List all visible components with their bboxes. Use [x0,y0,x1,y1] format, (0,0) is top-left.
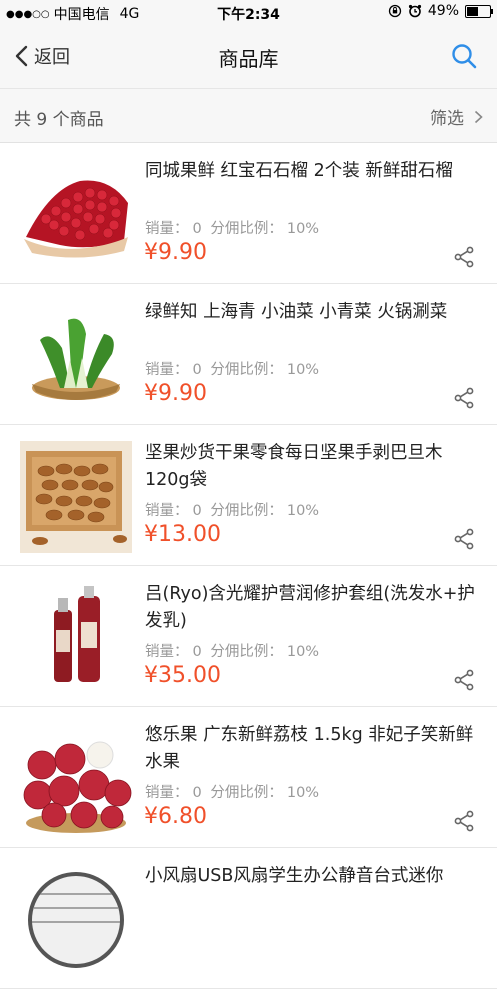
product-title: 小风扇USB风扇学生办公静音台式迷你 [145,866,444,886]
chevron-right-icon [474,110,483,123]
product-image-usb-fan [20,864,132,976]
product-price: ¥9.90 [144,240,207,265]
product-price: ¥6.80 [144,804,207,829]
commission-label: 分佣比例： [210,644,283,660]
product-item[interactable]: 吕(Ryo)含光耀护营润修护套组(洗发水+护发乳) 销量： 0 分佣比例： 10% … [0,566,497,707]
sales-value: 0 [192,503,202,519]
commission-label: 分佣比例： [210,362,283,378]
battery-percent: 49% [427,3,459,19]
product-price: ¥9.90 [144,381,207,406]
share-icon[interactable] [453,810,475,832]
sales-label: 销量： [145,221,189,237]
alarm-icon [408,4,421,18]
sales-value: 0 [192,362,202,378]
product-title: 吕(Ryo)含光耀护营润修护套组(洗发水+护发乳) [145,584,475,631]
summary-bar: 共 9 个商品 筛选 [0,89,497,143]
product-item[interactable]: 小风扇USB风扇学生办公静音台式迷你 [0,848,497,989]
commission-value: 10% [286,362,320,378]
product-meta: 销量： 0 分佣比例： 10% [145,499,323,520]
share-icon[interactable] [453,387,475,409]
product-image-bok-choy [20,300,132,412]
chevron-left-icon [15,45,28,67]
commission-label: 分佣比例： [210,221,283,237]
product-item[interactable]: 同城果鲜 红宝石石榴 2个装 新鲜甜石榴 销量： 0 分佣比例： 10% ¥9.90 [0,143,497,284]
sales-label: 销量： [145,362,189,378]
status-bar: ●●●○○ 中国电信 4G 下午2:34 49% [0,0,497,26]
search-icon[interactable] [451,43,477,69]
product-image-lychee [20,723,132,835]
commission-label: 分佣比例： [210,503,283,519]
commission-value: 10% [286,644,320,660]
filter-button[interactable]: 筛选 [430,104,483,129]
battery-icon [465,4,493,18]
sales-value: 0 [192,785,202,801]
product-meta: 销量： 0 分佣比例： 10% [145,217,323,238]
nav-bar: 返回 商品库 [0,26,497,89]
product-price: ¥13.00 [144,522,221,547]
product-item[interactable]: 坚果炒货干果零食每日坚果手剥巴旦木120g袋 销量： 0 分佣比例： 10% ¥13… [0,425,497,566]
product-title: 坚果炒货干果零食每日坚果手剥巴旦木120g袋 [145,443,443,490]
sales-value: 0 [192,221,202,237]
status-right: 49% [388,3,493,19]
product-meta: 销量： 0 分佣比例： 10% [145,640,323,661]
page-title: 商品库 [218,47,279,71]
share-icon[interactable] [453,669,475,691]
product-title: 绿鲜知 上海青 小油菜 小青菜 火锅涮菜 [145,302,448,322]
commission-value: 10% [286,221,320,237]
filter-label: 筛选 [430,109,464,129]
product-title: 同城果鲜 红宝石石榴 2个装 新鲜甜石榴 [145,161,453,181]
product-image-almonds [20,441,132,553]
sales-value: 0 [192,644,202,660]
product-title: 悠乐果 广东新鲜荔枝 1.5kg 非妃子笑新鲜水果 [145,725,474,772]
product-meta: 销量： 0 分佣比例： 10% [145,781,323,802]
product-image-shampoo-set [20,582,132,694]
product-item[interactable]: 绿鲜知 上海青 小油菜 小青菜 火锅涮菜 销量： 0 分佣比例： 10% ¥9.90 [0,284,497,425]
commission-value: 10% [286,785,320,801]
product-price: ¥35.00 [144,663,221,688]
product-image-pomegranate [20,159,132,271]
sales-label: 销量： [145,644,189,660]
product-list: 同城果鲜 红宝石石榴 2个装 新鲜甜石榴 销量： 0 分佣比例： 10% ¥9.90… [0,143,497,989]
product-meta: 销量： 0 分佣比例： 10% [145,358,323,379]
commission-value: 10% [286,503,320,519]
share-icon[interactable] [453,246,475,268]
product-item[interactable]: 悠乐果 广东新鲜荔枝 1.5kg 非妃子笑新鲜水果 销量： 0 分佣比例： 10% … [0,707,497,848]
commission-label: 分佣比例： [210,785,283,801]
back-label: 返回 [34,47,70,68]
rotation-lock-icon [388,4,402,18]
share-icon[interactable] [453,528,475,550]
back-button[interactable]: 返回 [14,43,70,69]
sales-label: 销量： [145,785,189,801]
sales-label: 销量： [145,503,189,519]
product-count: 共 9 个商品 [14,110,104,130]
